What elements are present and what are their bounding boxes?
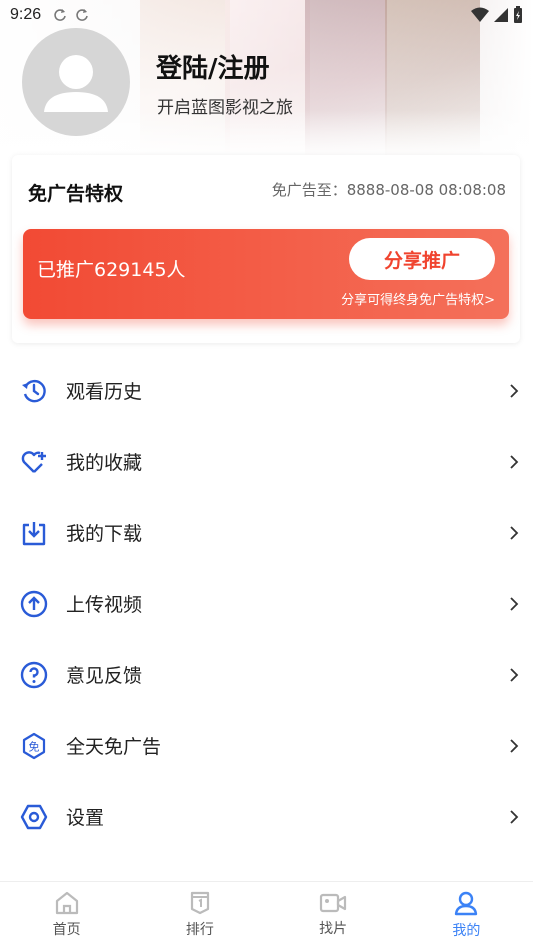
menu-item-settings[interactable]: 设置 — [0, 781, 533, 852]
bottom-nav: 首页 排行 找片 我的 — [0, 881, 533, 948]
download-icon — [20, 519, 48, 547]
sync-icon — [54, 9, 66, 21]
menu-label: 上传视频 — [66, 594, 143, 616]
menu-label: 我的收藏 — [66, 452, 143, 474]
card-title: 免广告特权 — [28, 183, 124, 205]
chevron-right-icon — [510, 525, 519, 540]
svg-text:免: 免 — [29, 739, 40, 753]
nav-mine[interactable]: 我的 — [400, 882, 533, 948]
menu-item-ad-free[interactable]: 免 全天免广告 — [0, 710, 533, 781]
ad-free-expire: 免广告至：8888-08-08 08:08:08 — [271, 181, 506, 199]
menu-item-upload[interactable]: 上传视频 — [0, 568, 533, 639]
chevron-right-icon — [510, 454, 519, 469]
nav-label: 找片 — [319, 921, 348, 937]
sync-icon — [76, 9, 88, 21]
share-promote-button[interactable]: 分享推广 — [349, 238, 495, 280]
chevron-right-icon — [510, 667, 519, 682]
chevron-right-icon — [510, 383, 519, 398]
history-icon — [20, 377, 48, 405]
nav-find-movie[interactable]: 找片 — [267, 882, 400, 948]
promo-banner[interactable]: 已推广629145人 分享推广 分享可得终身免广告特权> — [23, 229, 509, 319]
avatar[interactable] — [22, 28, 130, 136]
nav-label: 排行 — [185, 922, 214, 938]
nav-ranking[interactable]: 排行 — [133, 882, 266, 948]
status-bar: 9:26 — [0, 0, 533, 30]
user-icon — [455, 891, 478, 916]
status-time: 9:26 — [10, 6, 42, 23]
login-register-link[interactable]: 登陆/注册 — [156, 48, 270, 85]
menu-list: 观看历史 我的收藏 我的下载 上传视频 意见反馈 免 全天免广告 设置 — [0, 355, 533, 852]
menu-label: 设置 — [66, 807, 105, 829]
nav-home[interactable]: 首页 — [0, 882, 133, 948]
video-icon — [320, 893, 347, 913]
menu-item-downloads[interactable]: 我的下载 — [0, 497, 533, 568]
nav-label: 我的 — [452, 923, 481, 939]
ad-free-icon: 免 — [20, 732, 48, 760]
battery-icon — [514, 6, 522, 23]
help-icon — [20, 661, 48, 689]
ad-free-card: 免广告特权 免广告至：8888-08-08 08:08:08 已推广629145… — [12, 155, 520, 343]
settings-icon — [20, 803, 48, 831]
ranking-icon — [190, 891, 209, 915]
chevron-right-icon — [510, 596, 519, 611]
upload-icon — [20, 590, 48, 618]
promo-hint-link[interactable]: 分享可得终身免广告特权> — [341, 289, 495, 308]
signal-icon — [494, 8, 508, 22]
profile-subtitle: 开启蓝图影视之旅 — [157, 98, 293, 118]
wifi-icon — [471, 7, 489, 22]
menu-label: 我的下载 — [66, 523, 143, 545]
heart-plus-icon — [20, 448, 48, 476]
menu-item-favorites[interactable]: 我的收藏 — [0, 426, 533, 497]
menu-label: 全天免广告 — [66, 736, 162, 758]
chevron-right-icon — [510, 809, 519, 824]
home-icon — [55, 891, 78, 915]
menu-label: 观看历史 — [66, 381, 143, 403]
menu-item-feedback[interactable]: 意见反馈 — [0, 639, 533, 710]
promoted-count: 已推广629145人 — [37, 259, 186, 281]
menu-item-history[interactable]: 观看历史 — [0, 355, 533, 426]
user-placeholder-icon — [44, 55, 108, 112]
chevron-right-icon — [510, 738, 519, 753]
menu-label: 意见反馈 — [66, 665, 143, 687]
nav-label: 首页 — [52, 922, 81, 938]
